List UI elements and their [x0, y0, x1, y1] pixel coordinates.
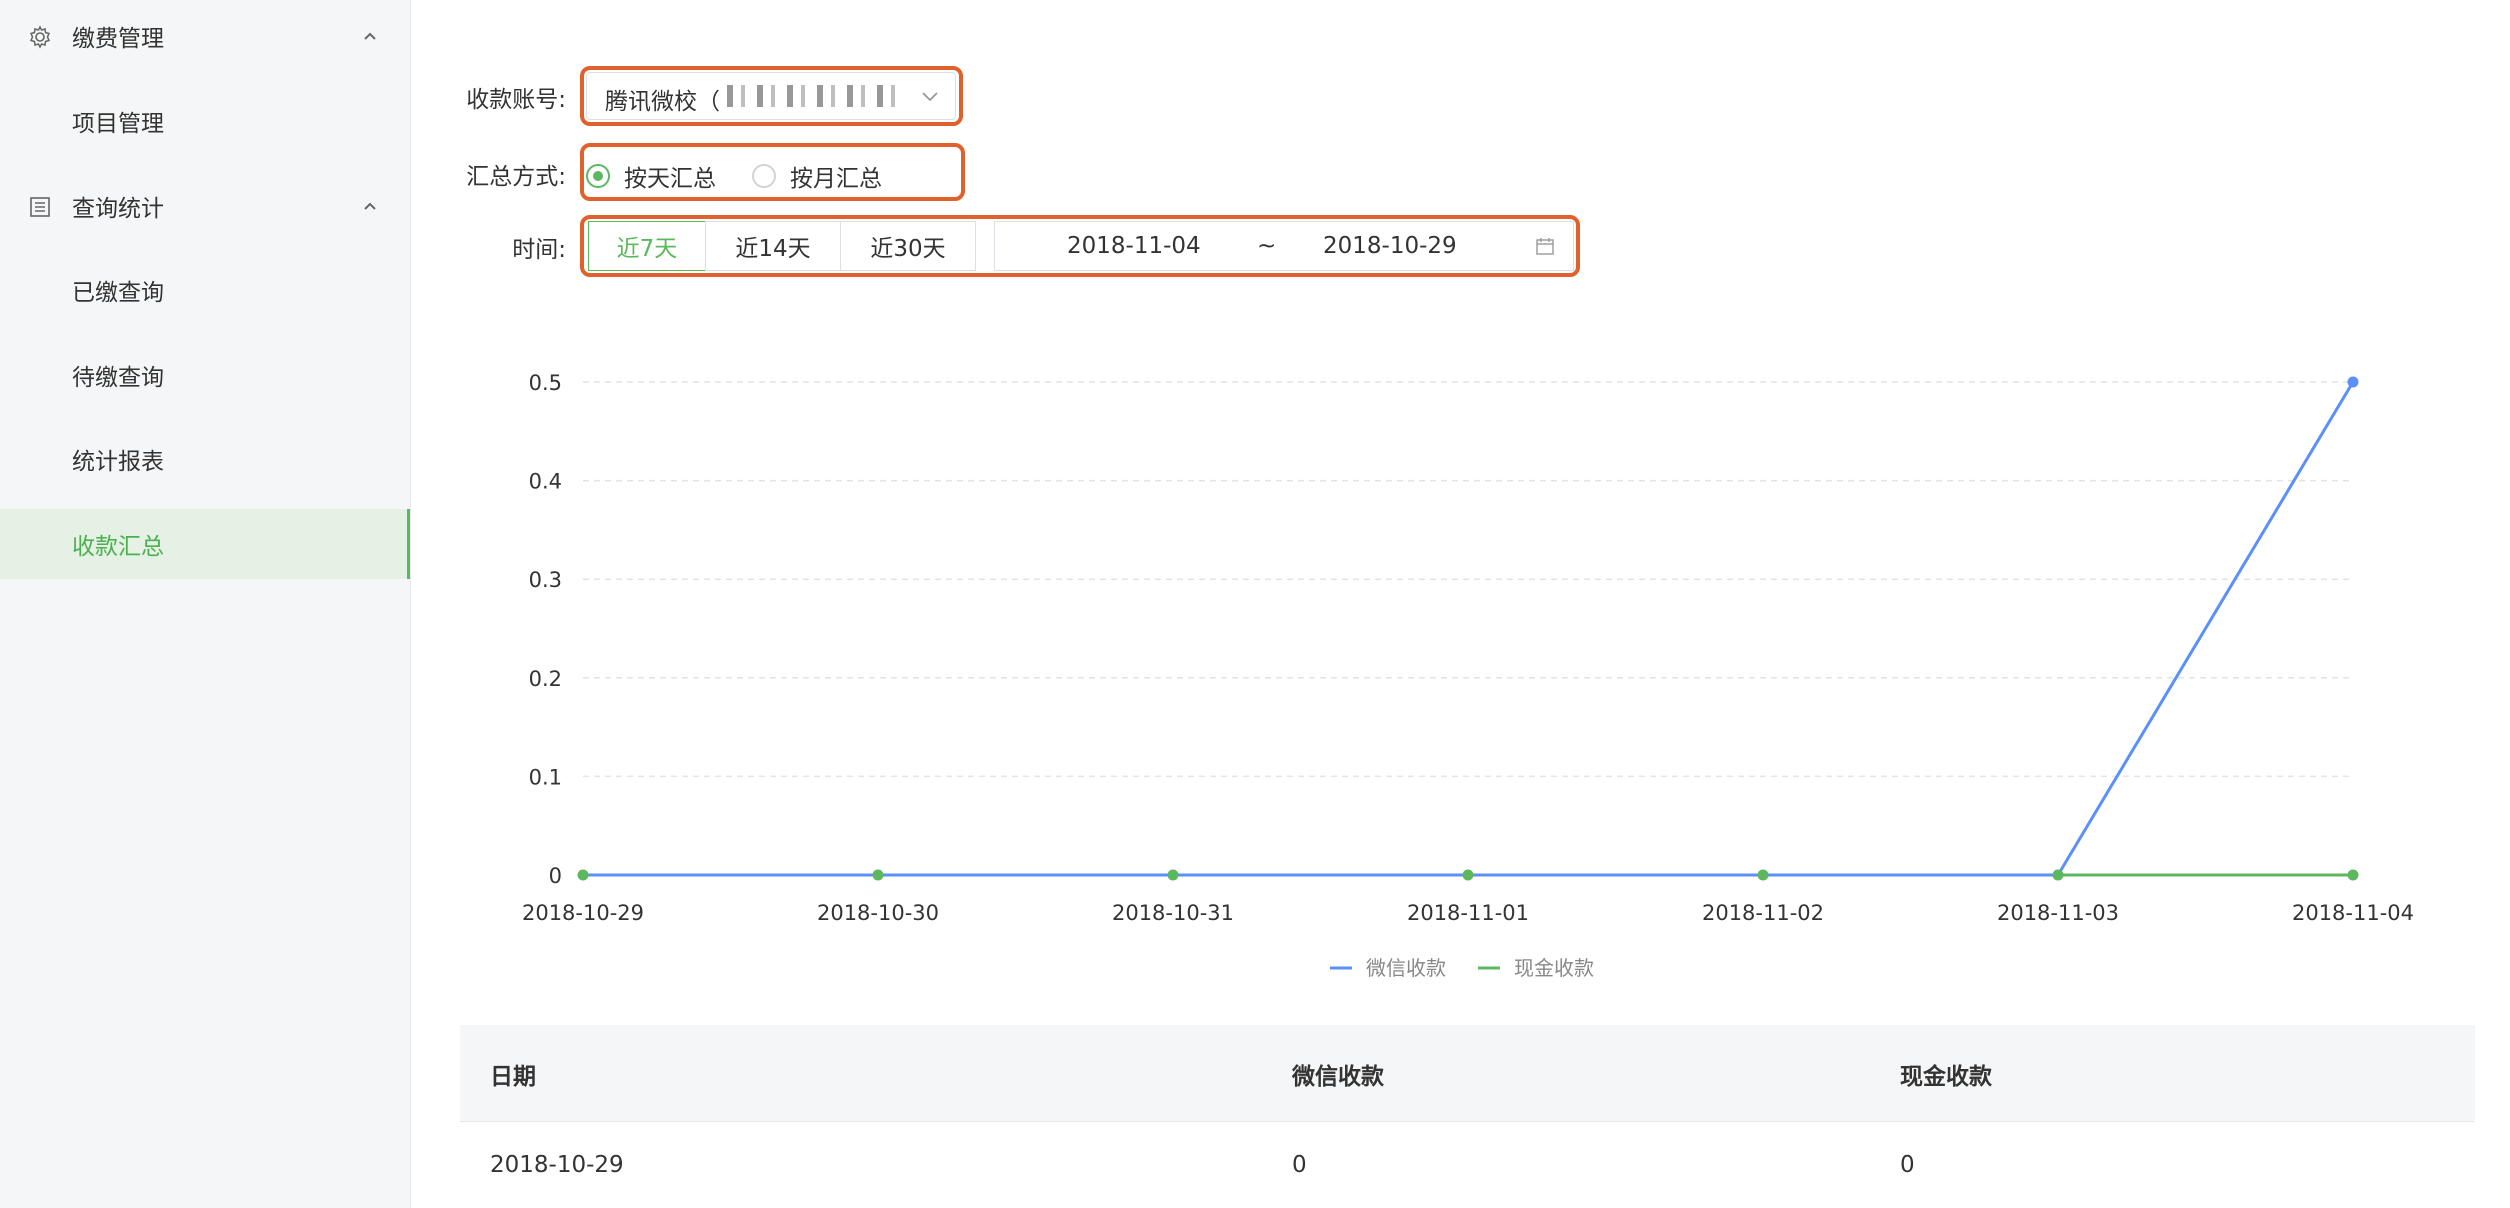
table-row: 2018-10-29 0 0 [460, 1122, 2475, 1208]
y-tick-label: 0.1 [529, 765, 562, 789]
sidebar-item-label: 收款汇总 [72, 534, 164, 560]
sidebar-group-label: 查询统计 [72, 196, 164, 222]
sidebar-group-label: 缴费管理 [72, 26, 164, 52]
header-wechat: 微信收款 [1292, 1064, 1384, 1090]
data-point-cash [577, 869, 589, 881]
data-point-cash [872, 869, 884, 881]
y-tick-label: 0 [549, 864, 562, 888]
chevron-up-icon [364, 32, 376, 40]
x-tick-label: 2018-11-01 [1407, 901, 1529, 925]
sidebar-item-collection-summary[interactable]: 收款汇总 [0, 509, 410, 579]
summary-label: 汇总方式: [466, 164, 566, 190]
legend-label: 微信收款 [1366, 956, 1446, 980]
sidebar-item-project-management[interactable]: 项目管理 [0, 86, 410, 156]
x-tick-label: 2018-10-30 [817, 901, 939, 925]
data-point-cash [2347, 869, 2359, 881]
header-cash: 现金收款 [1900, 1064, 1992, 1090]
legend-label: 现金收款 [1514, 956, 1594, 980]
highlight-time [580, 215, 1580, 277]
chevron-up-icon [364, 202, 376, 210]
y-tick-label: 0.4 [529, 470, 562, 494]
sidebar-group-query[interactable]: 查询统计 [0, 176, 410, 236]
x-tick-label: 2018-11-03 [1997, 901, 2119, 925]
line-chart: 0 0.1 0.2 0.3 0.4 0.5 2018-10-29 2018-10-30 2018… [522, 371, 2414, 980]
sidebar: 缴费管理 项目管理 查询统计 已缴查询 待缴查询 统计报表 收款汇总 [0, 0, 411, 1208]
account-label: 收款账号: [466, 87, 566, 113]
x-tick-label: 2018-10-29 [522, 901, 644, 925]
sidebar-item-report[interactable]: 统计报表 [0, 424, 410, 494]
sidebar-item-pending-query[interactable]: 待缴查询 [0, 340, 410, 410]
data-point-wechat [2347, 376, 2359, 388]
x-tick-label: 2018-10-31 [1112, 901, 1234, 925]
table-header: 日期 微信收款 现金收款 [460, 1025, 2475, 1122]
cell-cash: 0 [1900, 1152, 1915, 1178]
data-point-cash [2052, 869, 2064, 881]
sidebar-group-payment[interactable]: 缴费管理 [0, 6, 410, 66]
list-icon [30, 197, 50, 217]
data-point-cash [1462, 869, 1474, 881]
highlight-summary [580, 143, 965, 201]
x-tick-label: 2018-11-02 [1702, 901, 1824, 925]
cell-wechat: 0 [1292, 1152, 1307, 1178]
x-tick-label: 2018-11-04 [2292, 901, 2414, 925]
series-line-wechat [583, 381, 2355, 877]
sidebar-item-label: 待缴查询 [72, 365, 164, 391]
cell-date: 2018-10-29 [490, 1152, 624, 1178]
time-label: 时间: [512, 237, 566, 263]
data-point-cash [1167, 869, 1179, 881]
sidebar-item-label: 项目管理 [72, 111, 164, 137]
header-date: 日期 [490, 1064, 536, 1090]
gear-icon [29, 25, 51, 49]
data-point-cash [1757, 869, 1769, 881]
y-tick-label: 0.3 [529, 568, 562, 592]
sidebar-item-label: 统计报表 [72, 449, 164, 475]
sidebar-item-label: 已缴查询 [72, 280, 164, 306]
y-tick-label: 0.2 [529, 667, 562, 691]
sidebar-item-paid-query[interactable]: 已缴查询 [0, 255, 410, 325]
highlight-account [580, 66, 963, 126]
y-tick-label: 0.5 [529, 371, 562, 395]
